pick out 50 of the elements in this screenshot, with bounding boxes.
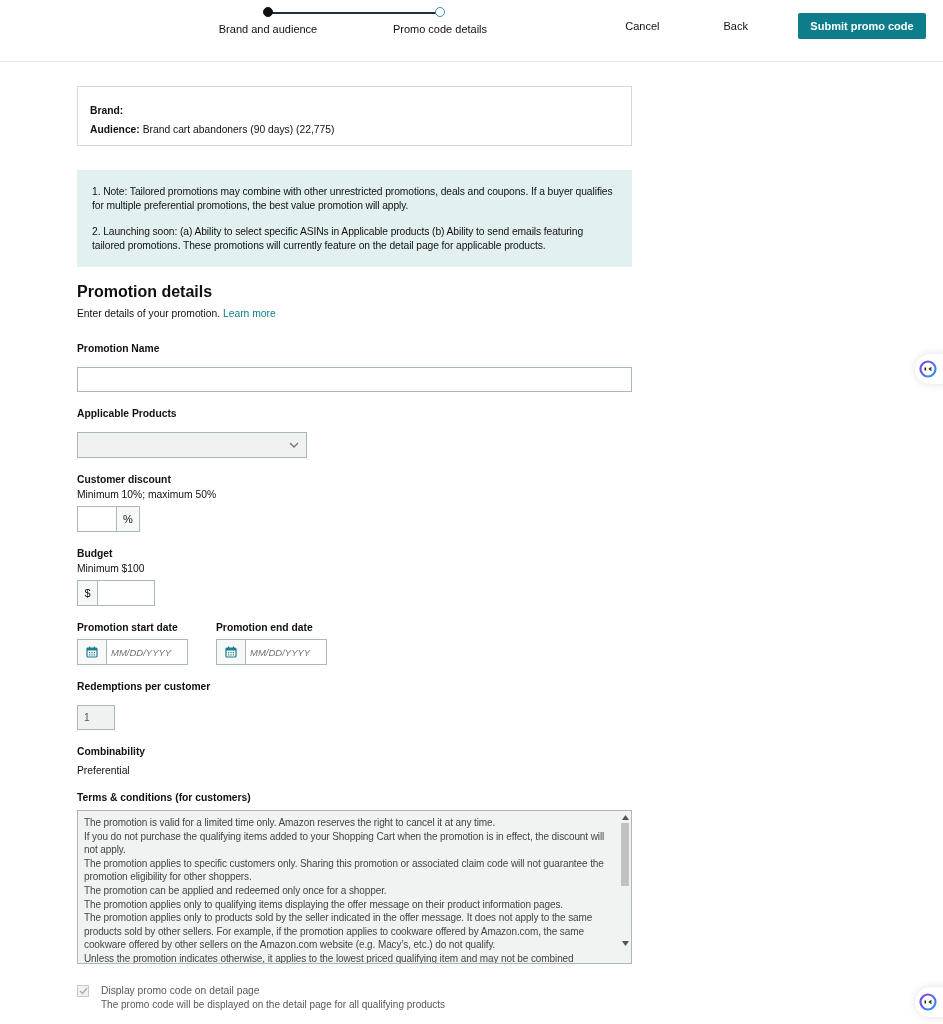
section-description: Enter details of your promotion. Learn more: [77, 308, 277, 319]
date-picker[interactable]: MM/DD/YYYY: [216, 639, 327, 665]
audience-text: Audience: Brand cart abandoners (90 days) (22,775): [90, 123, 336, 137]
scroll-up-icon[interactable]: [622, 815, 629, 820]
submit-button[interactable]: Submit promo code: [798, 13, 926, 39]
field-label: Promotion start date: [77, 621, 179, 634]
field-label: Applicable Products: [77, 407, 178, 420]
field-label: Customer discount: [77, 473, 172, 486]
field-label: Budget: [77, 547, 114, 560]
terms-paragraph: The promotion applies only to qualifying items displaying the offer message on their product information pages.: [84, 897, 564, 912]
nav-link-button[interactable]: Cancel: [611, 14, 674, 38]
field-label: Promotion end date: [216, 621, 314, 634]
terms-paragraph: The promotion applies to specific customers only. Sharing this promotion or associated claim code will not guarantee the promotion eligibility for other shoppers.: [84, 856, 605, 884]
chevron-down-icon: [289, 442, 299, 448]
date-input-field[interactable]: MM/DD/YYYY: [107, 640, 187, 664]
assistant-icon[interactable]: [915, 987, 943, 1017]
field-hint: Minimum $100: [77, 562, 146, 575]
terms-text-area[interactable]: [77, 810, 632, 964]
field-label: Redemptions per customer: [77, 680, 212, 693]
section-heading: Promotion details: [77, 283, 214, 301]
option-hint: The promo code will be displayed on the detail page for all qualifying products: [101, 998, 446, 1011]
note-text: 2. Launching soon: (a) Ability to select specific ASINs in Applicable products (b) Ability to send emails featuring tailored promotions. These promotions will currently feature on the detail page for applicable products.: [92, 225, 585, 252]
budget-input-field[interactable]: $: [77, 580, 155, 606]
date-input-field[interactable]: MM/DD/YYYY: [246, 640, 326, 664]
learn-more-link[interactable]: Learn more: [222, 308, 276, 319]
dollar-symbol: $: [78, 581, 98, 605]
field-hint: Minimum 10%; maximum 50%: [77, 488, 218, 501]
brand-text: Brand:: [90, 104, 125, 118]
step-label: Brand and audience: [218, 23, 318, 35]
terms-paragraph: The promotion applies only to products sold by the seller indicated in the offer message. It does not apply to the same products sold by other sellers. For example, if the promotion applies to cookware offered by Amazon.com, the same cookware offered by other sellers on the Amazon.com website (e.g. Macy’s, etc.) do not qualify.: [84, 911, 594, 952]
date-picker[interactable]: MM/DD/YYYY: [77, 639, 188, 665]
percent-symbol: %: [116, 507, 139, 531]
combinability-value: Preferential: [77, 765, 131, 776]
step-label: Promo code details: [392, 23, 488, 35]
note-text: 1. Note: Tailored promotions may combine with other unrestricted promotions, deals and coupons. If a buyer qualifies for multiple preferential promotions, the best value promotion will apply.: [92, 185, 614, 212]
terms-paragraph: The promotion can be applied and redeemed only once for a shopper.: [84, 883, 388, 898]
calendar-icon[interactable]: [225, 646, 237, 658]
field-label: Promotion Name: [77, 342, 161, 355]
terms-paragraph: If you do not purchase the qualifying items added to your Shopping Cart when the promotion is in effect, the discount will not apply.: [84, 829, 606, 857]
field-label: Combinability: [77, 745, 147, 758]
scroll-down-icon[interactable]: [622, 941, 629, 946]
option-label: Display promo code on detail page: [101, 984, 261, 998]
name-input-field[interactable]: [77, 367, 632, 392]
terms-paragraph: The promotion is valid for a limited time only. Amazon reserves the right to cancel it at any time.: [84, 816, 497, 830]
field-label: Terms & conditions (for customers): [77, 791, 252, 804]
assistant-icon[interactable]: [915, 354, 943, 384]
nav-link-button[interactable]: Back: [709, 14, 762, 38]
discount-input-field[interactable]: %: [77, 506, 140, 532]
redemptions-field: 1: [77, 705, 115, 730]
calendar-icon[interactable]: [86, 646, 98, 658]
